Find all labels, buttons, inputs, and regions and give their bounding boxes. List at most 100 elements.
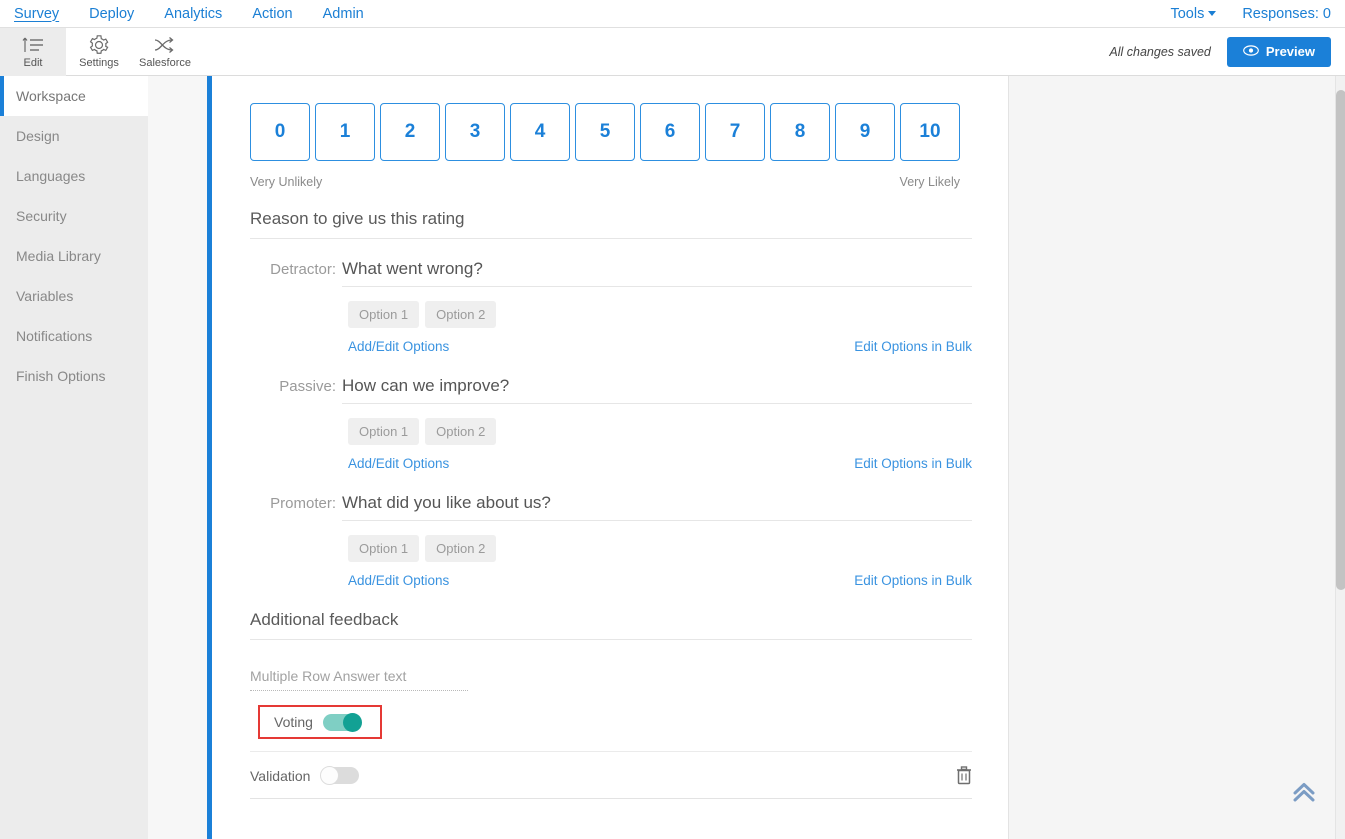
survey-editor-panel: 0 1 2 3 4 5 6 7 8 9 10 Very Unlikely Ver… [207,76,1009,839]
detractor-add-edit-options-link[interactable]: Add/Edit Options [348,339,449,354]
nav-item-analytics[interactable]: Analytics [164,6,242,22]
nps-option-5[interactable]: 5 [575,103,635,161]
vertical-scrollbar-thumb[interactable] [1336,90,1345,590]
promoter-question-row: Promoter: What did you like about us? [250,493,972,521]
save-status-text: All changes saved [1109,44,1211,59]
salesforce-icon [152,34,178,56]
top-nav-items: Survey Deploy Analytics Action Admin [0,6,394,22]
nps-option-3[interactable]: 3 [445,103,505,161]
passive-edit-options-bulk-link[interactable]: Edit Options in Bulk [854,456,972,471]
passive-block: Passive: How can we improve? Option 1 Op… [250,376,972,471]
toolbar-button-settings[interactable]: Settings [66,28,132,76]
editor-toolbar: Edit Settings Salesforce All changes sav… [0,27,1345,76]
nps-option-0[interactable]: 0 [250,103,310,161]
bottom-separator [250,798,972,799]
nav-item-deploy[interactable]: Deploy [89,6,154,22]
nps-right-label: Very Likely [899,175,960,189]
sidebar-item-languages[interactable]: Languages [0,156,148,196]
validation-label: Validation [250,767,311,784]
nav-item-admin[interactable]: Admin [323,6,384,22]
detractor-block: Detractor: What went wrong? Option 1 Opt… [250,259,972,354]
promoter-option-2[interactable]: Option 2 [425,535,497,562]
sidebar-item-design[interactable]: Design [0,116,148,156]
detractor-question-row: Detractor: What went wrong? [250,259,972,287]
nps-left-label: Very Unlikely [250,175,323,189]
eye-icon [1242,44,1259,59]
tools-label: Tools [1170,5,1205,22]
sidebar-item-workspace[interactable]: Workspace [0,76,148,116]
sidebar-item-finish-options[interactable]: Finish Options [0,356,148,396]
nps-option-6[interactable]: 6 [640,103,700,161]
detractor-links: Add/Edit Options Edit Options in Bulk [348,339,972,354]
toolbar-button-salesforce[interactable]: Salesforce [132,28,198,76]
voting-toggle-row[interactable]: Voting [258,705,382,739]
validation-toggle[interactable] [320,766,360,785]
toolbar-label-settings: Settings [79,57,119,69]
top-navigation-bar: Survey Deploy Analytics Action Admin Too… [0,0,1345,28]
preview-label: Preview [1265,44,1315,59]
validation-toggle-knob [320,766,340,785]
voting-toggle[interactable] [322,712,362,732]
passive-links: Add/Edit Options Edit Options in Bulk [348,456,972,471]
passive-option-2[interactable]: Option 2 [425,418,497,445]
promoter-edit-options-bulk-link[interactable]: Edit Options in Bulk [854,573,972,588]
passive-question-row: Passive: How can we improve? [250,376,972,404]
sidebar-item-security[interactable]: Security [0,196,148,236]
nav-item-survey[interactable]: Survey [14,6,79,22]
gear-icon [88,34,110,56]
passive-label: Passive: [279,378,336,395]
sidebar-item-variables[interactable]: Variables [0,276,148,316]
detractor-option-2[interactable]: Option 2 [425,301,497,328]
chevron-double-up-icon[interactable] [1291,780,1317,809]
passive-option-1[interactable]: Option 1 [348,418,420,445]
promoter-block: Promoter: What did you like about us? Op… [250,493,972,588]
validation-toggle-row: Validation [250,766,972,785]
promoter-option-1[interactable]: Option 1 [348,535,420,562]
top-nav-right-group: Tools Responses: 0 [1170,6,1345,22]
question-editor-content: 0 1 2 3 4 5 6 7 8 9 10 Very Unlikely Ver… [212,76,1008,839]
nps-option-8[interactable]: 8 [770,103,830,161]
promoter-add-edit-options-link[interactable]: Add/Edit Options [348,573,449,588]
sidebar-item-notifications[interactable]: Notifications [0,316,148,356]
nps-scale: 0 1 2 3 4 5 6 7 8 9 10 [250,103,979,161]
sidebar-item-media-library[interactable]: Media Library [0,236,148,276]
toolbar-button-edit[interactable]: Edit [0,27,66,76]
passive-add-edit-options-link[interactable]: Add/Edit Options [348,456,449,471]
promoter-links: Add/Edit Options Edit Options in Bulk [348,573,972,588]
responses-counter[interactable]: Responses: 0 [1242,6,1331,22]
nav-item-action[interactable]: Action [252,6,312,22]
edit-icon [20,34,46,56]
nps-option-10[interactable]: 10 [900,103,960,161]
voting-label: Voting [274,714,313,730]
toolbar-label-edit: Edit [23,57,43,69]
promoter-label: Promoter: [270,495,336,512]
additional-feedback-heading[interactable]: Additional feedback [250,610,972,640]
nps-option-9[interactable]: 9 [835,103,895,161]
toolbar-right-group: All changes saved Preview [1109,36,1345,67]
nps-option-4[interactable]: 4 [510,103,570,161]
multiple-row-answer-input[interactable]: Multiple Row Answer text [250,668,468,691]
reason-heading[interactable]: Reason to give us this rating [250,209,972,239]
left-sidebar: Workspace Design Languages Security Medi… [0,76,148,839]
detractor-option-1[interactable]: Option 1 [348,301,420,328]
preview-button[interactable]: Preview [1226,36,1331,67]
voting-separator [250,751,972,752]
tools-menu[interactable]: Tools [1170,5,1217,22]
detractor-options: Option 1 Option 2 [348,301,972,328]
nps-option-1[interactable]: 1 [315,103,375,161]
vertical-scrollbar[interactable] [1335,76,1345,839]
sidebar-editor-gutter [148,76,207,839]
detractor-edit-options-bulk-link[interactable]: Edit Options in Bulk [854,339,972,354]
nps-option-7[interactable]: 7 [705,103,765,161]
nps-scale-labels: Very Unlikely Very Likely [250,175,960,189]
right-side-pane [1009,76,1335,839]
promoter-options: Option 1 Option 2 [348,535,972,562]
toolbar-label-salesforce: Salesforce [139,57,191,69]
nps-option-2[interactable]: 2 [380,103,440,161]
promoter-question[interactable]: What did you like about us? [342,493,972,521]
trash-icon[interactable] [956,766,972,785]
detractor-question[interactable]: What went wrong? [342,259,972,287]
passive-question[interactable]: How can we improve? [342,376,972,404]
passive-options: Option 1 Option 2 [348,418,972,445]
detractor-label: Detractor: [270,261,336,278]
